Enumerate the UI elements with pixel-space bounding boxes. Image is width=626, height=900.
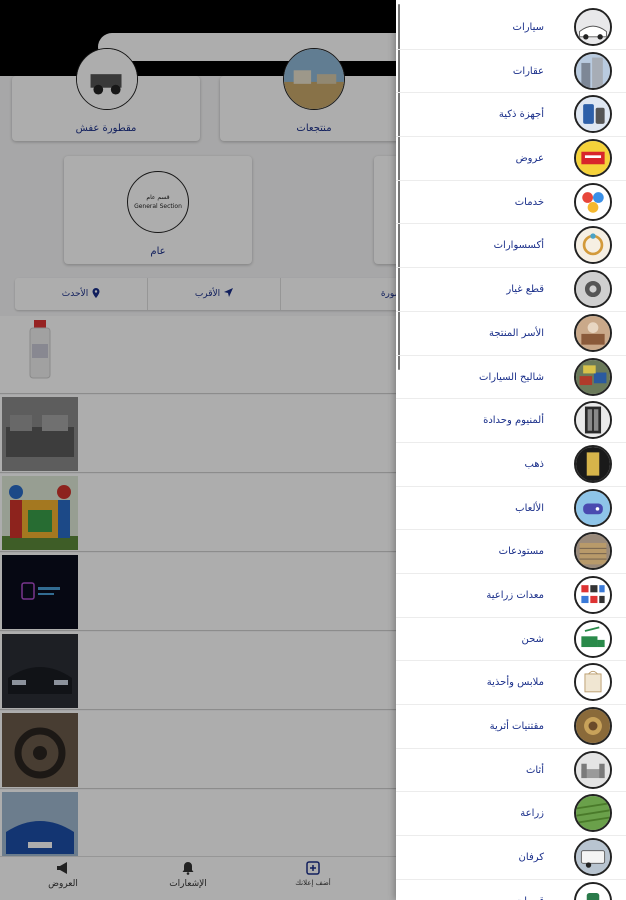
misc-icon	[574, 881, 612, 900]
drawer-item-accessories[interactable]: أكسسوارات	[396, 224, 626, 269]
drawer-item-label: الأسر المنتجة	[488, 327, 544, 339]
drawer-item-label: قيسات	[515, 880, 544, 900]
drawer-item-aluminum[interactable]: ألمنيوم وحدادة	[396, 399, 626, 443]
furniture-icon	[574, 750, 612, 789]
drawer-item-label: قطع غيار	[506, 284, 544, 296]
productive-families-icon	[574, 313, 612, 352]
drawer-item-games[interactable]: الألعاب	[396, 487, 626, 531]
drawer-item-label: مقتنيات أثرية	[489, 721, 544, 732]
drawer-item-offers[interactable]: عروض	[396, 137, 626, 181]
spare-parts-icon	[574, 270, 612, 309]
drawer-item-productive-families[interactable]: الأسر المنتجة	[396, 312, 626, 356]
drawer-item-label: أثاث	[525, 764, 544, 776]
drawer-item-label: خدمات	[514, 196, 544, 208]
offers-icon	[574, 139, 612, 178]
games-icon	[574, 488, 612, 527]
drawer-item-label: كرفان	[518, 852, 544, 864]
clothes-shoes-icon	[574, 663, 612, 702]
drawer-item-caravan[interactable]: كرفان	[396, 836, 626, 880]
drawer-item-label: أجهزة ذكية	[498, 109, 544, 121]
antiques-icon	[574, 707, 612, 745]
drawer-item-label: عقارات	[512, 65, 544, 77]
car-scrapyard-icon	[574, 357, 612, 396]
drawer-item-label: معدات زراعية	[486, 589, 544, 601]
drawer-item-label: ألمنيوم وحدادة	[483, 415, 544, 427]
smart-devices-icon	[574, 95, 612, 134]
shipping-icon	[574, 619, 612, 658]
drawer-item-label: ملابس وأحذية	[486, 677, 544, 689]
buildings-icon	[574, 51, 612, 90]
drawer-item-gold[interactable]: ذهب	[396, 443, 626, 487]
drawer-item-cars[interactable]: سيارات	[396, 6, 626, 50]
drawer-item-label: عروض	[515, 153, 544, 165]
aluminum-icon	[574, 401, 612, 440]
drawer-item-label: شحن	[521, 633, 544, 645]
gold-icon	[574, 444, 612, 483]
drawer-item-misc[interactable]: قيسات	[396, 880, 626, 900]
drawer-item-agriculture[interactable]: زراعة	[396, 792, 626, 837]
drawer-item-label: زراعة	[520, 808, 544, 820]
drawer-item-furniture[interactable]: أثاث	[396, 749, 626, 793]
drawer-item-agricultural-equipment[interactable]: معدات زراعية	[396, 574, 626, 618]
drawer-item-label: شاليح السيارات	[479, 371, 544, 383]
drawer-item-spare-parts[interactable]: قطع غيار	[396, 268, 626, 312]
drawer-item-label: أكسسوارات	[493, 240, 544, 252]
drawer-item-antiques[interactable]: مقتنيات أثرية	[396, 705, 626, 749]
accessories-icon	[574, 226, 612, 265]
drawer-item-warehouses[interactable]: مستودعات	[396, 530, 626, 574]
drawer-item-shipping[interactable]: شحن	[396, 618, 626, 662]
drawer-item-car-scrapyard[interactable]: شاليح السيارات	[396, 356, 626, 400]
caravan-icon	[574, 838, 612, 877]
drawer-item-clothes-shoes[interactable]: ملابس وأحذية	[396, 661, 626, 705]
agriculture-icon	[574, 794, 612, 833]
drawer-item-label: سيارات	[512, 22, 544, 33]
drawer-item-label: مستودعات	[498, 546, 544, 558]
drawer-item-label: الألعاب	[515, 502, 544, 514]
car-icon	[574, 8, 612, 46]
drawer-category-list: سيارات عقارات أجهزة ذكية عروض خدمات أكسس…	[396, 6, 626, 900]
services-icon	[574, 182, 612, 221]
agricultural-equipment-icon	[574, 575, 612, 614]
drawer-item-services[interactable]: خدمات	[396, 181, 626, 225]
warehouses-icon	[574, 532, 612, 571]
drawer-item-label: ذهب	[524, 458, 544, 470]
drawer-item-real-estate[interactable]: عقارات	[396, 50, 626, 94]
drawer-item-smart-devices[interactable]: أجهزة ذكية	[396, 93, 626, 138]
category-drawer: سيارات عقارات أجهزة ذكية عروض خدمات أكسس…	[396, 0, 626, 900]
